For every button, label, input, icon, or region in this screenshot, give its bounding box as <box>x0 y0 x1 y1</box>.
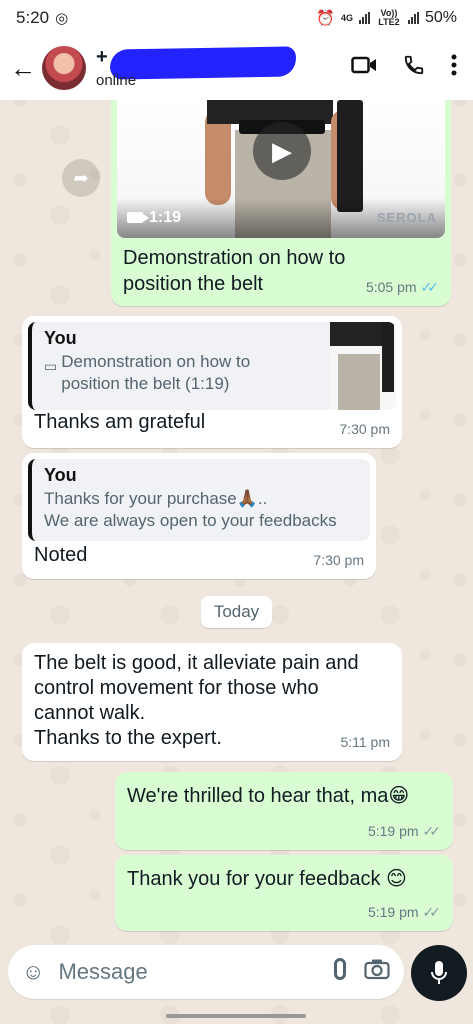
message-time: 7:30 pm <box>313 552 364 568</box>
message-time: 5:11 pm <box>340 734 390 750</box>
message-meta: 5:11 pm <box>340 730 390 755</box>
message-meta: 7:30 pm <box>313 548 364 573</box>
incoming-reply-message[interactable]: You Thanks for your purchase🙏🏾.. We are … <box>22 453 376 579</box>
camera-icon[interactable] <box>364 958 390 986</box>
phone-icon[interactable] <box>403 54 425 82</box>
message-composer: ☺ Message <box>8 945 404 999</box>
video-watermark: SEROLA <box>376 210 437 225</box>
signal-icon <box>358 12 370 24</box>
thumb-hanging-belt <box>337 100 363 212</box>
message-meta: 5:19 pm ✓✓ <box>368 900 441 925</box>
whatsapp-notification-icon: ◎ <box>55 10 69 27</box>
video-camera-icon: ▭ <box>44 358 58 374</box>
message-meta: 5:19 pm ✓✓ <box>368 819 441 844</box>
sticker-icon[interactable]: ☺ <box>22 959 44 985</box>
paperclip-icon[interactable] <box>334 958 346 986</box>
quote-text: Demonstration on how to position the bel… <box>61 352 251 393</box>
forward-icon[interactable]: ➦ <box>62 159 100 197</box>
arrow-left-icon[interactable]: ← <box>10 53 38 84</box>
read-ticks-icon: ✓✓ <box>420 279 440 295</box>
alarm-icon: ⏰ <box>316 10 335 27</box>
thumb-arm-left <box>205 110 231 205</box>
message-input[interactable]: Message <box>58 959 316 985</box>
play-icon[interactable]: ▶ <box>253 122 311 180</box>
signal-icon-2 <box>407 12 419 24</box>
message-text: Thank you for your feedback 😊 <box>127 868 407 890</box>
date-divider: Today <box>201 596 272 628</box>
video-message[interactable]: ▶ 1:19 SEROLA Demonstration on how to po… <box>111 100 451 306</box>
contact-status: online <box>96 72 137 89</box>
quote-text: Thanks for your purchase🙏🏾.. We are alwa… <box>44 489 337 530</box>
status-bar: 5:20 ◎ ⏰ 4G Vo)) LTE2 50% <box>0 0 473 36</box>
message-text: The belt is good, it alleviate pain and … <box>34 652 359 749</box>
contact-info[interactable]: + online <box>96 46 351 90</box>
network-type: 4G <box>340 12 353 23</box>
video-camera-icon <box>127 212 149 223</box>
outgoing-message[interactable]: Thank you for your feedback 😊 5:19 pm ✓✓ <box>115 855 453 931</box>
video-thumbnail[interactable]: ▶ 1:19 SEROLA <box>117 100 445 238</box>
video-duration-text: 1:19 <box>149 209 182 226</box>
delivered-ticks-icon: ✓✓ <box>422 823 442 839</box>
incoming-message[interactable]: The belt is good, it alleviate pain and … <box>22 643 402 761</box>
navigation-handle[interactable] <box>166 1014 306 1018</box>
video-caption: Demonstration on how to position the bel… <box>123 247 346 295</box>
video-call-icon[interactable] <box>351 55 377 81</box>
status-time: 5:20 <box>16 8 50 27</box>
message-time: 5:05 pm <box>365 279 417 295</box>
message-text: We're thrilled to hear that, ma😁 <box>127 785 410 807</box>
chat-header: ← + online <box>0 36 473 100</box>
message-time: 5:19 pm <box>367 904 419 920</box>
avatar[interactable] <box>42 46 86 90</box>
message-time: 7:30 pm <box>339 421 390 437</box>
message-text: Thanks am grateful <box>34 411 206 433</box>
quote-thumbnail <box>330 322 396 410</box>
video-duration: 1:19 <box>127 205 181 230</box>
message-time: 5:19 pm <box>367 823 419 839</box>
volte-indicator: Vo)) LTE2 <box>378 8 400 27</box>
quoted-message[interactable]: You ▭ Demonstration on how to position t… <box>28 322 396 410</box>
message-meta: 5:05 pm ✓✓ <box>366 275 439 300</box>
outgoing-message[interactable]: We're thrilled to hear that, ma😁 5:19 pm… <box>115 772 453 850</box>
incoming-reply-message[interactable]: You ▭ Demonstration on how to position t… <box>22 316 402 448</box>
battery-level: 50% <box>424 9 457 26</box>
quoted-message[interactable]: You Thanks for your purchase🙏🏾.. We are … <box>28 459 370 541</box>
message-meta: 7:30 pm <box>339 417 390 442</box>
message-text: Noted <box>34 544 88 566</box>
more-vertical-icon[interactable] <box>451 54 457 82</box>
mic-icon[interactable] <box>411 945 467 1001</box>
contact-name: + <box>96 46 108 68</box>
delivered-ticks-icon: ✓✓ <box>422 904 442 920</box>
quote-author: You <box>44 465 77 485</box>
redacted-name <box>109 46 297 80</box>
